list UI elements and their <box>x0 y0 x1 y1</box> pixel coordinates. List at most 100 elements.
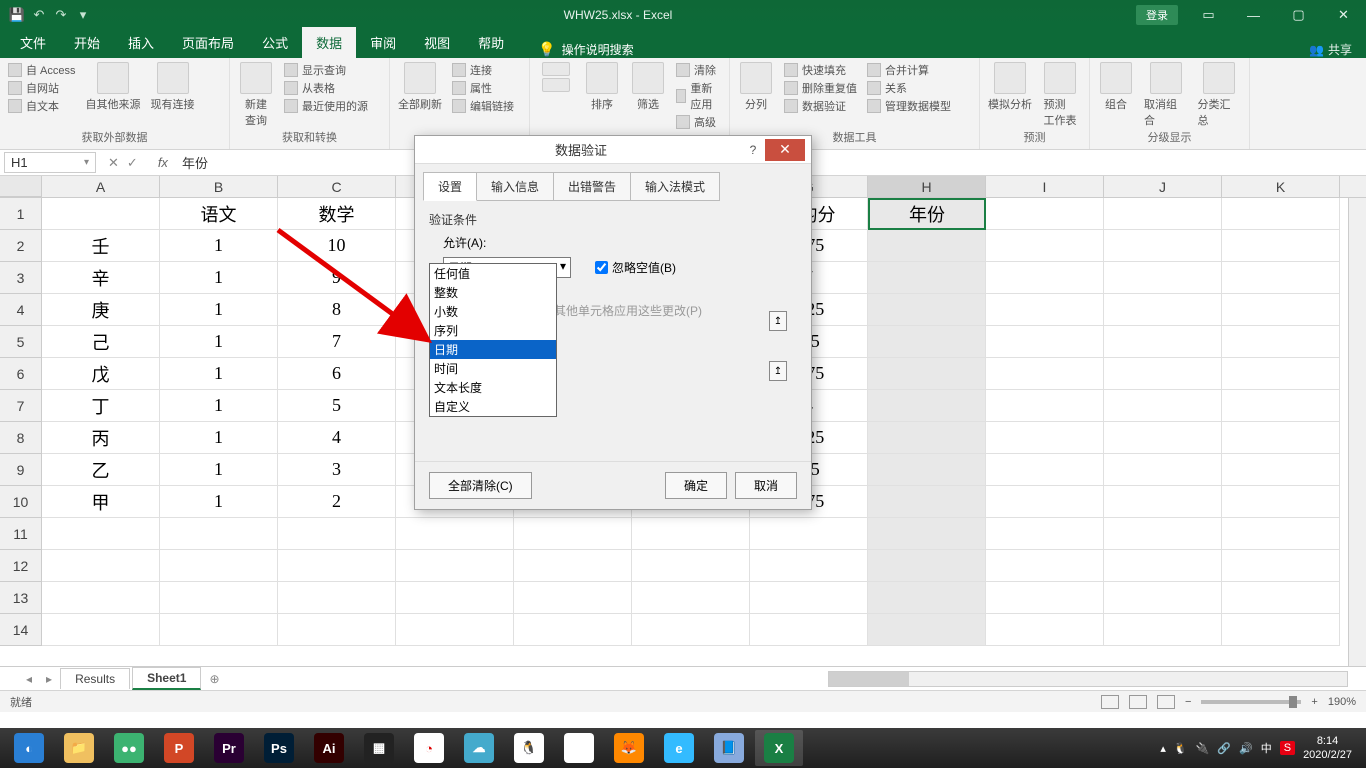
cell[interactable]: 1 <box>160 454 278 486</box>
cell[interactable] <box>1222 294 1340 326</box>
tray-ime[interactable]: 中 <box>1261 740 1272 756</box>
new-query[interactable]: 新建 查询 <box>238 62 274 128</box>
cell[interactable] <box>160 614 278 646</box>
cell[interactable]: 壬 <box>42 230 160 262</box>
dialog-tab-error[interactable]: 出错警告 <box>553 172 631 201</box>
maximize-icon[interactable]: ▢ <box>1276 0 1321 30</box>
tab-insert[interactable]: 插入 <box>114 27 168 58</box>
cell[interactable] <box>868 422 986 454</box>
cell[interactable]: 6 <box>278 358 396 390</box>
cell[interactable] <box>1104 262 1222 294</box>
cell[interactable] <box>868 486 986 518</box>
cell[interactable]: 数学 <box>278 198 396 230</box>
data-validation[interactable]: 数据验证 <box>784 98 857 114</box>
share-button[interactable]: 👥 共享 <box>1309 41 1352 58</box>
ignore-blank-checkbox[interactable]: 忽略空值(B) <box>595 259 676 276</box>
cell[interactable]: 1 <box>160 358 278 390</box>
cell[interactable] <box>514 582 632 614</box>
redo-icon[interactable]: ↷ <box>52 6 70 24</box>
cell[interactable] <box>986 614 1104 646</box>
undo-icon[interactable]: ↶ <box>30 6 48 24</box>
cell[interactable]: 2 <box>278 486 396 518</box>
col-header-B[interactable]: B <box>160 176 278 197</box>
taskbar-firefox[interactable]: 🦊 <box>605 730 653 766</box>
cell[interactable]: 丁 <box>42 390 160 422</box>
row-header[interactable]: 5 <box>0 326 42 358</box>
cell[interactable] <box>1104 582 1222 614</box>
cell[interactable]: 3 <box>278 454 396 486</box>
dialog-tab-ime[interactable]: 输入法模式 <box>630 172 720 201</box>
dialog-close-icon[interactable]: ✕ <box>765 139 805 161</box>
tray-expand-icon[interactable]: ▴ <box>1160 742 1166 755</box>
col-header-K[interactable]: K <box>1222 176 1340 197</box>
cell[interactable] <box>750 518 868 550</box>
row-header[interactable]: 4 <box>0 294 42 326</box>
reapply[interactable]: 重新应用 <box>676 80 721 112</box>
tab-formulas[interactable]: 公式 <box>248 27 302 58</box>
tab-home[interactable]: 开始 <box>60 27 114 58</box>
data-model[interactable]: 管理数据模型 <box>867 98 951 114</box>
cell[interactable]: 1 <box>160 262 278 294</box>
cell[interactable] <box>1222 358 1340 390</box>
sheet-tab-results[interactable]: Results <box>60 668 130 689</box>
cell[interactable] <box>42 582 160 614</box>
taskbar-premiere[interactable]: Pr <box>205 730 253 766</box>
zoom-level[interactable]: 190% <box>1328 696 1356 708</box>
cell[interactable] <box>514 518 632 550</box>
cell[interactable]: 1 <box>160 486 278 518</box>
cell[interactable] <box>986 294 1104 326</box>
cell[interactable]: 庚 <box>42 294 160 326</box>
row-header[interactable]: 2 <box>0 230 42 262</box>
cell[interactable] <box>868 518 986 550</box>
row-header[interactable]: 10 <box>0 486 42 518</box>
clear-all-button[interactable]: 全部清除(C) <box>429 472 532 499</box>
cell[interactable] <box>1222 326 1340 358</box>
cell[interactable] <box>986 550 1104 582</box>
taskbar-chrome[interactable]: ◉ <box>555 730 603 766</box>
cell[interactable] <box>986 198 1104 230</box>
cell[interactable] <box>868 326 986 358</box>
cell[interactable] <box>514 550 632 582</box>
tab-review[interactable]: 审阅 <box>356 27 410 58</box>
opt-time[interactable]: 时间 <box>430 359 556 378</box>
normal-view-icon[interactable] <box>1101 695 1119 709</box>
ok-button[interactable]: 确定 <box>665 472 727 499</box>
tray-volume-icon[interactable]: 🔊 <box>1239 742 1253 755</box>
cell[interactable] <box>1104 550 1222 582</box>
cell[interactable] <box>986 326 1104 358</box>
row-header[interactable]: 14 <box>0 614 42 646</box>
cell[interactable] <box>1222 550 1340 582</box>
cell[interactable] <box>514 614 632 646</box>
cell[interactable]: 丙 <box>42 422 160 454</box>
cell[interactable] <box>278 614 396 646</box>
cell[interactable] <box>1222 454 1340 486</box>
existing-conn[interactable]: 现有连接 <box>151 62 195 112</box>
cell[interactable] <box>42 550 160 582</box>
ungroup[interactable]: 取消组合 <box>1144 62 1188 128</box>
taskbar-wechat[interactable]: ●● <box>105 730 153 766</box>
remove-dup[interactable]: 删除重复值 <box>784 80 857 96</box>
cancel-button[interactable]: 取消 <box>735 472 797 499</box>
opt-custom[interactable]: 自定义 <box>430 397 556 416</box>
cell[interactable] <box>1222 486 1340 518</box>
range-picker-icon[interactable]: ↥ <box>769 361 787 381</box>
cell[interactable] <box>986 582 1104 614</box>
cell[interactable] <box>632 518 750 550</box>
clear-filter[interactable]: 清除 <box>676 62 721 78</box>
opt-any[interactable]: 任何值 <box>430 264 556 283</box>
cell[interactable] <box>1104 454 1222 486</box>
tab-layout[interactable]: 页面布局 <box>168 27 248 58</box>
cell[interactable]: 8 <box>278 294 396 326</box>
cell[interactable] <box>868 262 986 294</box>
cell[interactable] <box>160 518 278 550</box>
cell[interactable] <box>1222 582 1340 614</box>
col-header-C[interactable]: C <box>278 176 396 197</box>
horizontal-scrollbar[interactable] <box>828 671 1348 687</box>
vertical-scrollbar[interactable] <box>1348 198 1366 666</box>
cell[interactable]: 1 <box>160 294 278 326</box>
cell[interactable] <box>632 582 750 614</box>
cell[interactable] <box>1222 230 1340 262</box>
cell[interactable] <box>868 230 986 262</box>
cell[interactable] <box>986 390 1104 422</box>
recent-sources[interactable]: 最近使用的源 <box>284 98 368 114</box>
